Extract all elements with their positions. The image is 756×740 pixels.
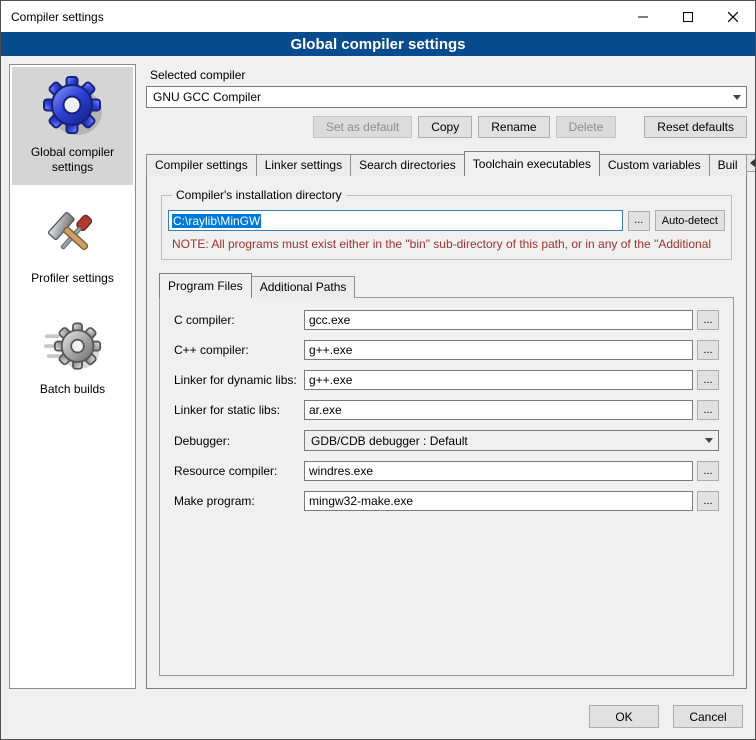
dynamic-linker-browse-button[interactable]: ... <box>697 370 719 390</box>
tab-program-files[interactable]: Program Files <box>159 273 252 298</box>
titlebar: Compiler settings <box>1 1 755 32</box>
compiler-settings-tabs: Compiler settings Linker settings Search… <box>146 150 747 175</box>
debugger-dropdown[interactable]: GDB/CDB debugger : Default <box>304 430 719 451</box>
gear-icon <box>41 75 105 139</box>
compiler-action-buttons: Set as default Copy Rename Delete Reset … <box>146 116 747 138</box>
installation-directory-group: Compiler's installation directory C:\ray… <box>161 188 732 260</box>
bin-subdirectory-note: NOTE: All programs must exist either in … <box>172 237 723 251</box>
window-title: Compiler settings <box>1 10 620 24</box>
cpp-compiler-browse-button[interactable]: ... <box>697 340 719 360</box>
cpp-compiler-label: C++ compiler: <box>174 343 304 357</box>
tab-custom-variables[interactable]: Custom variables <box>599 154 710 176</box>
resource-compiler-browse-button[interactable]: ... <box>697 461 719 481</box>
selected-compiler-label: Selected compiler <box>150 68 747 82</box>
dynamic-linker-input[interactable] <box>304 370 693 390</box>
debugger-value: GDB/CDB debugger : Default <box>311 434 700 448</box>
c-compiler-browse-button[interactable]: ... <box>697 310 719 330</box>
c-compiler-input[interactable] <box>304 310 693 330</box>
tab-compiler-settings[interactable]: Compiler settings <box>146 154 257 176</box>
make-program-input[interactable] <box>304 491 693 511</box>
make-program-label: Make program: <box>174 494 304 508</box>
reset-defaults-button[interactable]: Reset defaults <box>644 116 747 138</box>
copy-button[interactable]: Copy <box>418 116 472 138</box>
program-files-section: Program Files Additional Paths C compile… <box>159 272 734 676</box>
set-as-default-button[interactable]: Set as default <box>313 116 412 138</box>
rename-button[interactable]: Rename <box>478 116 549 138</box>
delete-button[interactable]: Delete <box>556 116 617 138</box>
tab-scroll-buttons <box>746 154 756 174</box>
sidebar-item-batch-builds[interactable]: Batch builds <box>12 310 133 407</box>
debugger-label: Debugger: <box>174 434 304 448</box>
tab-build-options[interactable]: Buil <box>709 154 747 176</box>
toolchain-executables-panel: Compiler's installation directory C:\ray… <box>146 175 747 689</box>
make-program-row: Make program: ... <box>174 491 719 511</box>
static-linker-label: Linker for static libs: <box>174 403 304 417</box>
sidebar-item-label: Global compiler settings <box>14 145 131 175</box>
static-linker-row: Linker for static libs: ... <box>174 400 719 420</box>
minimize-icon[interactable] <box>620 1 665 32</box>
selected-compiler-value: GNU GCC Compiler <box>153 90 728 104</box>
tab-linker-settings[interactable]: Linker settings <box>256 154 351 176</box>
resource-compiler-row: Resource compiler: ... <box>174 461 719 481</box>
tab-toolchain-executables[interactable]: Toolchain executables <box>464 151 600 176</box>
auto-detect-button[interactable]: Auto-detect <box>655 210 725 231</box>
tab-scroll-left-icon[interactable] <box>746 154 756 172</box>
tab-additional-paths[interactable]: Additional Paths <box>251 276 356 298</box>
make-program-browse-button[interactable]: ... <box>697 491 719 511</box>
installation-directory-browse-button[interactable]: ... <box>628 211 650 231</box>
sidebar-item-profiler-settings[interactable]: Profiler settings <box>12 199 133 296</box>
main-panel: Selected compiler GNU GCC Compiler Set a… <box>146 64 747 689</box>
dynamic-linker-row: Linker for dynamic libs: ... <box>174 370 719 390</box>
installation-directory-legend: Compiler's installation directory <box>172 188 346 202</box>
batch-builds-gear-icon <box>44 318 102 376</box>
sidebar-item-label: Profiler settings <box>31 271 114 286</box>
profiler-tools-icon <box>44 207 102 265</box>
window-controls <box>620 1 755 32</box>
c-compiler-row: C compiler: ... <box>174 310 719 330</box>
cpp-compiler-input[interactable] <box>304 340 693 360</box>
program-tabs: Program Files Additional Paths <box>159 272 734 297</box>
installation-directory-row: C:\raylib\MinGW ... Auto-detect <box>168 210 725 231</box>
cancel-button[interactable]: Cancel <box>673 705 743 728</box>
c-compiler-label: C compiler: <box>174 313 304 327</box>
dialog-footer: OK Cancel <box>1 697 755 739</box>
static-linker-browse-button[interactable]: ... <box>697 400 719 420</box>
debugger-row: Debugger: GDB/CDB debugger : Default <box>174 430 719 451</box>
dynamic-linker-label: Linker for dynamic libs: <box>174 373 304 387</box>
resource-compiler-label: Resource compiler: <box>174 464 304 478</box>
program-files-panel: C compiler: ... C++ compiler: ... Linker… <box>159 297 734 676</box>
installation-directory-input[interactable]: C:\raylib\MinGW <box>168 210 623 231</box>
tab-search-directories[interactable]: Search directories <box>350 154 465 176</box>
dialog-header: Global compiler settings <box>1 32 755 56</box>
maximize-icon[interactable] <box>665 1 710 32</box>
sidebar-item-global-compiler-settings[interactable]: Global compiler settings <box>12 67 133 185</box>
static-linker-input[interactable] <box>304 400 693 420</box>
close-icon[interactable] <box>710 1 755 32</box>
selected-compiler-dropdown[interactable]: GNU GCC Compiler <box>146 86 747 108</box>
cpp-compiler-row: C++ compiler: ... <box>174 340 719 360</box>
chevron-down-icon <box>700 431 718 450</box>
compiler-settings-dialog: Compiler settings Global compiler settin… <box>0 0 756 740</box>
sidebar-item-label: Batch builds <box>40 382 105 397</box>
dialog-body: Global compiler settings Profiler settin… <box>1 56 755 697</box>
resource-compiler-input[interactable] <box>304 461 693 481</box>
chevron-down-icon <box>728 87 746 107</box>
ok-button[interactable]: OK <box>589 705 659 728</box>
installation-directory-value: C:\raylib\MinGW <box>172 214 261 228</box>
settings-sidebar: Global compiler settings Profiler settin… <box>9 64 136 689</box>
